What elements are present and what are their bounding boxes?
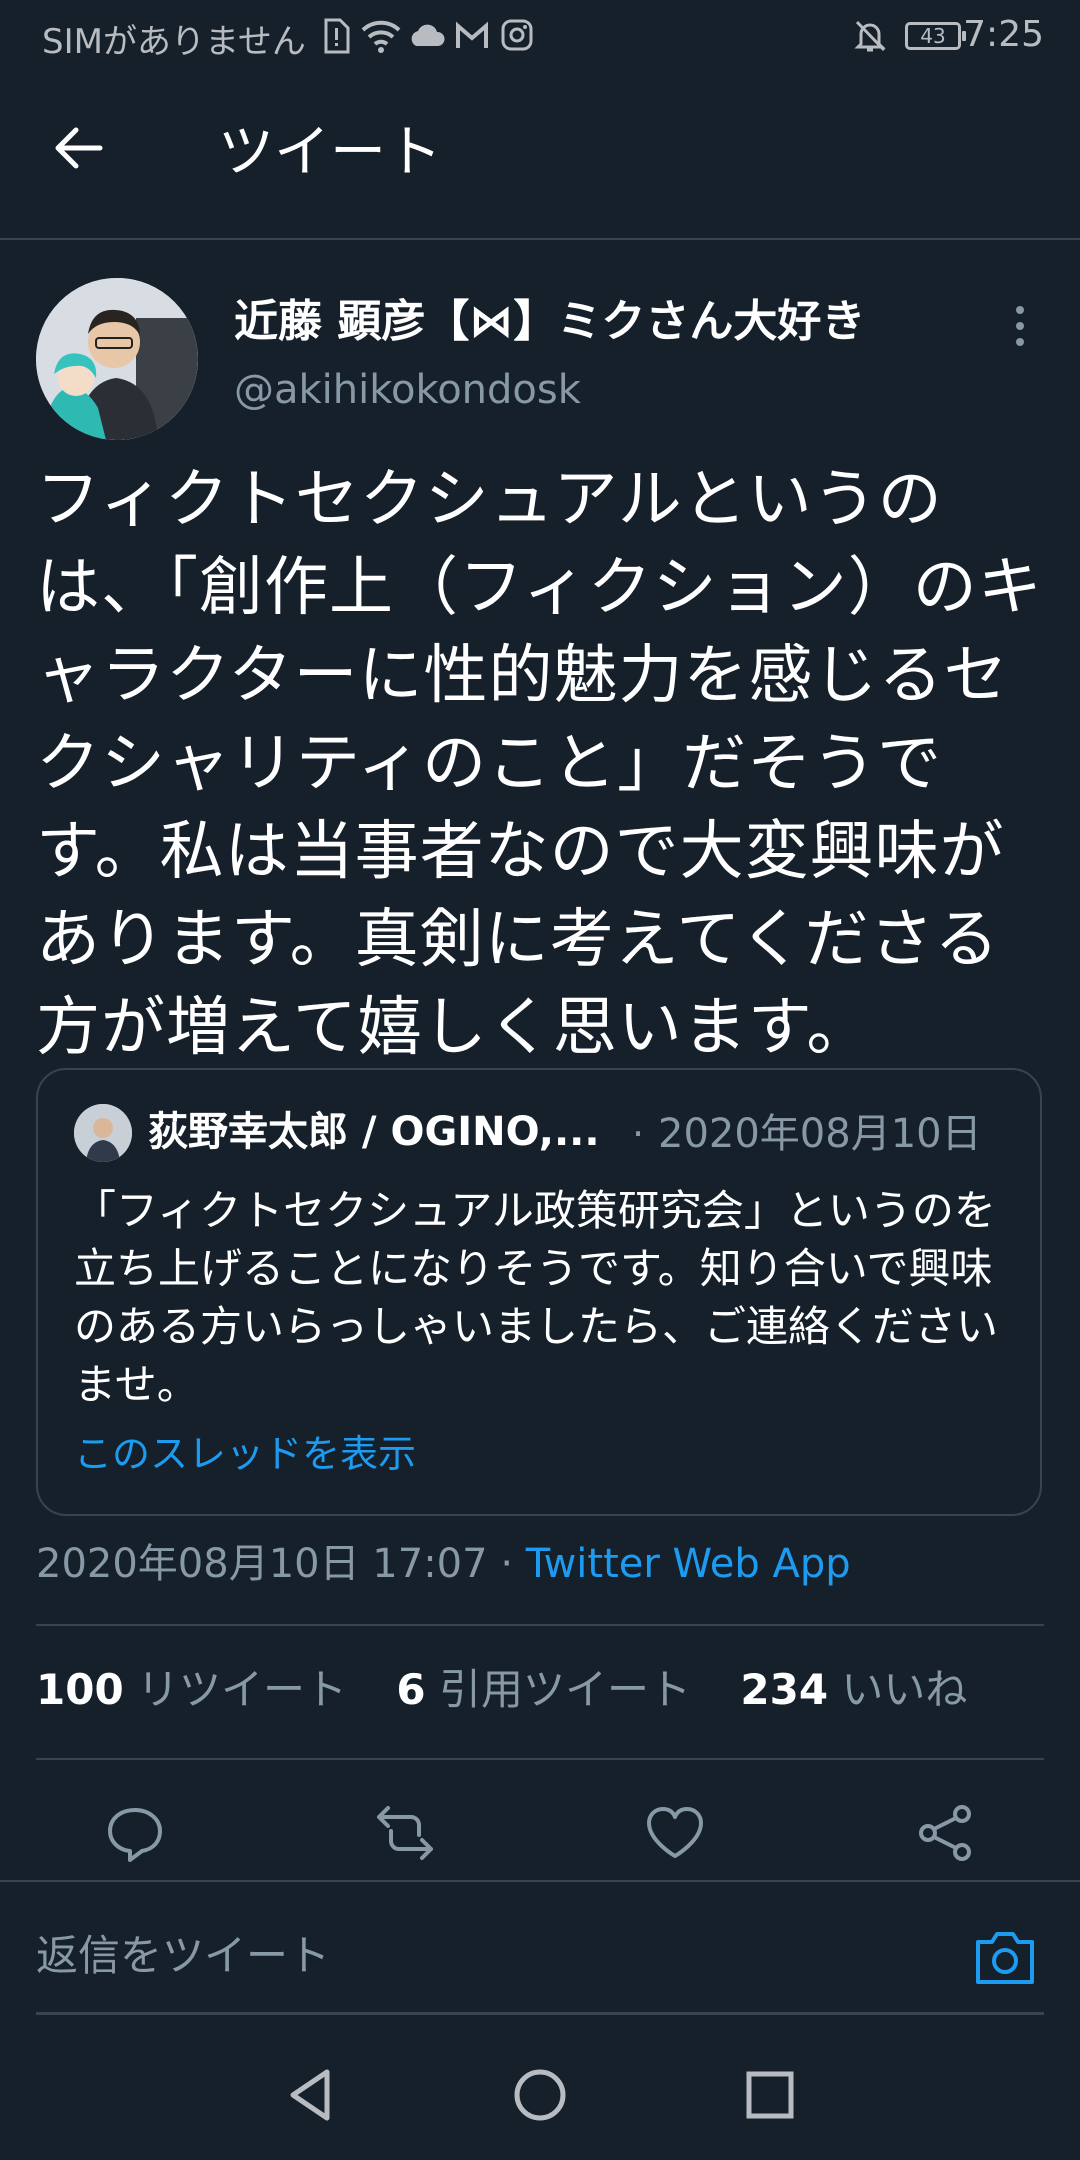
retweets-label: リツイート	[137, 1665, 348, 1714]
wifi-icon	[360, 18, 402, 58]
clock: 7:25	[963, 14, 1044, 55]
tweet-timestamp: 2020年08月10日 17:07	[36, 1541, 488, 1587]
cloud-icon	[408, 18, 446, 58]
page-title: ツイート	[218, 120, 442, 185]
divider	[36, 1758, 1044, 1760]
divider	[0, 238, 1080, 240]
author-name[interactable]: 近藤 顕彦【⋈】ミクさん大好き	[234, 292, 865, 352]
retweets-stat[interactable]: 100 リツイート	[36, 1665, 383, 1714]
divider	[0, 1880, 1080, 1882]
carrier-status: SIMがありません	[42, 22, 306, 62]
like-button[interactable]	[640, 1798, 710, 1868]
battery-indicator: 43	[905, 22, 966, 50]
quotes-count: 6	[396, 1665, 426, 1714]
reply-input[interactable]: 返信をツイート	[36, 1926, 330, 1986]
author-handle[interactable]: @akihikokondosk	[234, 362, 581, 418]
sim-alert-icon	[322, 18, 350, 58]
tweet-stats: 100 リツイート 6 引用ツイート 234 いいね	[36, 1660, 1003, 1720]
quoted-author-avatar	[74, 1104, 132, 1162]
back-button[interactable]	[48, 118, 128, 198]
show-thread-link[interactable]: このスレッドを表示	[74, 1426, 416, 1482]
quoted-author-name: 荻野幸太郎 / OGINO,...	[148, 1109, 600, 1155]
reply-underline	[36, 2012, 1044, 2015]
triangle-back-icon	[290, 2069, 330, 2121]
likes-label: いいね	[841, 1665, 968, 1714]
divider	[36, 1624, 1044, 1626]
quoted-tweet-text: 「フィクトセクシュアル政策研究会」というのを立ち上げることになりそうです。知り合…	[74, 1186, 999, 1409]
avatar[interactable]	[36, 278, 198, 440]
retweet-icon	[377, 1806, 433, 1860]
likes-count: 234	[740, 1665, 829, 1714]
square-recents-icon	[746, 2071, 794, 2119]
camera-button[interactable]	[970, 1922, 1040, 1992]
more-options-button[interactable]	[1000, 300, 1040, 352]
separator-dot: ·	[500, 1541, 514, 1587]
camera-icon	[976, 1932, 1034, 1984]
reply-icon	[108, 1808, 162, 1862]
nav-recents-button[interactable]	[735, 2060, 805, 2130]
instagram-icon	[500, 18, 534, 56]
quoted-tweet-card[interactable]: 荻野幸太郎 / OGINO,... · 2020年08月10日 「フィクトセクシ…	[36, 1068, 1042, 1516]
reply-button[interactable]	[100, 1798, 170, 1868]
separator-dot: ·	[632, 1112, 645, 1156]
arrow-left-icon	[55, 127, 103, 169]
gmail-icon	[454, 18, 490, 58]
status-bar: SIMがありません 43 7:25	[0, 0, 1080, 80]
share-button[interactable]	[910, 1798, 980, 1868]
tweet-meta: 2020年08月10日 17:07 · Twitter Web App	[36, 1534, 851, 1594]
nav-back-button[interactable]	[275, 2060, 345, 2130]
likes-stat[interactable]: 234 いいね	[740, 1665, 1003, 1714]
retweets-count: 100	[36, 1665, 124, 1714]
quotes-stat[interactable]: 6 引用ツイート	[396, 1665, 727, 1714]
nav-home-button[interactable]	[505, 2060, 575, 2130]
like-icon	[647, 1807, 703, 1858]
circle-home-icon	[514, 2069, 566, 2121]
retweet-button[interactable]	[370, 1798, 440, 1868]
tweet-text: フィクトセクシュアルというのは、「創作上（フィクション）のキャラクターに性的魅力…	[36, 463, 1043, 1065]
more-vertical-icon	[1016, 306, 1024, 346]
share-icon	[919, 1805, 971, 1861]
notifications-off-icon	[852, 18, 888, 58]
quoted-date: 2020年08月10日	[658, 1111, 982, 1157]
quotes-label: 引用ツイート	[439, 1665, 692, 1714]
tweet-source-link[interactable]: Twitter Web App	[526, 1541, 851, 1587]
